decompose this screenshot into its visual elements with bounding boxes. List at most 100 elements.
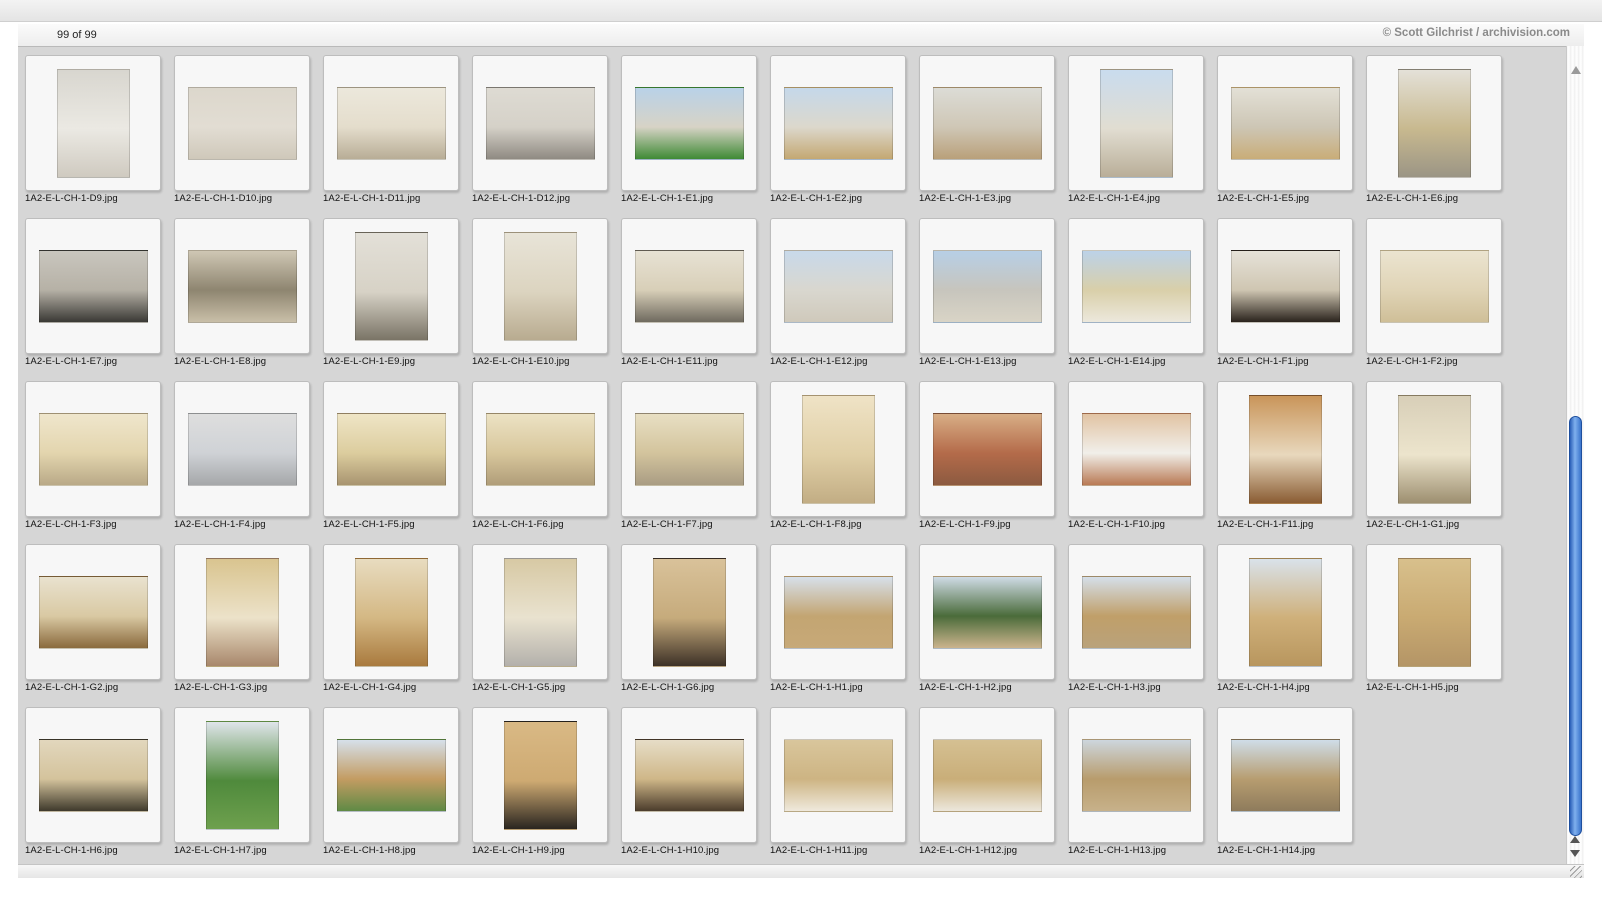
thumbnail-image[interactable] — [39, 739, 148, 812]
thumbnail-image[interactable] — [1398, 69, 1471, 178]
thumbnail-image[interactable] — [188, 250, 297, 323]
thumbnail-image[interactable] — [784, 739, 893, 812]
slide-mount[interactable] — [770, 55, 906, 191]
thumbnail-image[interactable] — [337, 413, 446, 486]
thumbnail-image[interactable] — [504, 721, 577, 830]
slide-mount[interactable] — [323, 544, 459, 680]
thumbnail-item[interactable]: 1A2-E-L-CH-1-H1.jpg — [763, 536, 912, 699]
thumbnail-image[interactable] — [1249, 558, 1322, 667]
thumbnail-image[interactable] — [635, 413, 744, 486]
thumbnail-item[interactable]: 1A2-E-L-CH-1-F8.jpg — [763, 373, 912, 536]
thumbnail-item[interactable]: 1A2-E-L-CH-1-D11.jpg — [316, 47, 465, 210]
thumbnail-item[interactable]: 1A2-E-L-CH-1-G5.jpg — [465, 536, 614, 699]
scroll-up-arrow-icon[interactable] — [1570, 836, 1580, 843]
thumbnail-image[interactable] — [504, 558, 577, 667]
thumbnail-item[interactable]: 1A2-E-L-CH-1-E2.jpg — [763, 47, 912, 210]
slide-mount[interactable] — [174, 381, 310, 517]
thumbnail-item[interactable]: 1A2-E-L-CH-1-E5.jpg — [1210, 47, 1359, 210]
thumbnail-image[interactable] — [1398, 395, 1471, 504]
thumbnail-image[interactable] — [1082, 576, 1191, 649]
slide-mount[interactable] — [323, 381, 459, 517]
slide-mount[interactable] — [919, 544, 1055, 680]
thumbnail-item[interactable]: 1A2-E-L-CH-1-F5.jpg — [316, 373, 465, 536]
slide-mount[interactable] — [919, 707, 1055, 843]
slide-mount[interactable] — [770, 544, 906, 680]
thumbnail-item[interactable]: 1A2-E-L-CH-1-F1.jpg — [1210, 210, 1359, 373]
thumbnail-item[interactable]: 1A2-E-L-CH-1-E13.jpg — [912, 210, 1061, 373]
thumbnail-item[interactable]: 1A2-E-L-CH-1-G6.jpg — [614, 536, 763, 699]
slide-mount[interactable] — [25, 218, 161, 354]
slide-mount[interactable] — [1068, 55, 1204, 191]
slide-mount[interactable] — [1217, 544, 1353, 680]
vertical-scrollbar[interactable] — [1566, 46, 1584, 864]
thumbnail-item[interactable]: 1A2-E-L-CH-1-D12.jpg — [465, 47, 614, 210]
thumbnail-image[interactable] — [1082, 739, 1191, 812]
thumbnail-item[interactable]: 1A2-E-L-CH-1-F6.jpg — [465, 373, 614, 536]
slide-mount[interactable] — [472, 218, 608, 354]
thumbnail-item[interactable]: 1A2-E-L-CH-1-H6.jpg — [18, 699, 167, 862]
slide-mount[interactable] — [770, 381, 906, 517]
thumbnail-image[interactable] — [504, 232, 577, 341]
thumbnail-image[interactable] — [653, 558, 726, 667]
thumbnail-item[interactable]: 1A2-E-L-CH-1-H5.jpg — [1359, 536, 1508, 699]
slide-mount[interactable] — [1217, 381, 1353, 517]
slide-mount[interactable] — [1366, 381, 1502, 517]
thumbnail-image[interactable] — [188, 87, 297, 160]
slide-mount[interactable] — [1068, 381, 1204, 517]
thumbnail-image[interactable] — [39, 576, 148, 649]
thumbnail-item[interactable]: 1A2-E-L-CH-1-F3.jpg — [18, 373, 167, 536]
thumbnail-item[interactable]: 1A2-E-L-CH-1-F2.jpg — [1359, 210, 1508, 373]
thumbnail-item[interactable]: 1A2-E-L-CH-1-E8.jpg — [167, 210, 316, 373]
thumbnail-item[interactable]: 1A2-E-L-CH-1-E1.jpg — [614, 47, 763, 210]
thumbnail-item[interactable]: 1A2-E-L-CH-1-D10.jpg — [167, 47, 316, 210]
slide-mount[interactable] — [174, 707, 310, 843]
slide-mount[interactable] — [174, 544, 310, 680]
thumbnail-item[interactable]: 1A2-E-L-CH-1-F7.jpg — [614, 373, 763, 536]
thumbnail-image[interactable] — [486, 87, 595, 160]
slide-mount[interactable] — [1068, 218, 1204, 354]
thumbnail-image[interactable] — [635, 250, 744, 323]
thumbnail-item[interactable]: 1A2-E-L-CH-1-E3.jpg — [912, 47, 1061, 210]
slide-mount[interactable] — [621, 381, 757, 517]
slide-mount[interactable] — [1068, 707, 1204, 843]
thumbnail-image[interactable] — [635, 87, 744, 160]
thumbnail-image[interactable] — [1249, 395, 1322, 504]
thumbnail-image[interactable] — [635, 739, 744, 812]
thumbnail-item[interactable]: 1A2-E-L-CH-1-E4.jpg — [1061, 47, 1210, 210]
thumbnail-item[interactable]: 1A2-E-L-CH-1-E12.jpg — [763, 210, 912, 373]
slide-mount[interactable] — [621, 55, 757, 191]
thumbnail-item[interactable]: 1A2-E-L-CH-1-G4.jpg — [316, 536, 465, 699]
thumbnail-item[interactable]: 1A2-E-L-CH-1-E7.jpg — [18, 210, 167, 373]
slide-mount[interactable] — [1366, 55, 1502, 191]
thumbnail-item[interactable]: 1A2-E-L-CH-1-F10.jpg — [1061, 373, 1210, 536]
scroll-down-arrow-icon[interactable] — [1570, 850, 1580, 857]
slide-mount[interactable] — [25, 544, 161, 680]
slide-mount[interactable] — [472, 381, 608, 517]
thumbnail-image[interactable] — [1100, 69, 1173, 178]
thumbnail-item[interactable]: 1A2-E-L-CH-1-G1.jpg — [1359, 373, 1508, 536]
thumbnail-item[interactable]: 1A2-E-L-CH-1-E9.jpg — [316, 210, 465, 373]
thumbnail-item[interactable]: 1A2-E-L-CH-1-H13.jpg — [1061, 699, 1210, 862]
thumbnail-item[interactable]: 1A2-E-L-CH-1-E6.jpg — [1359, 47, 1508, 210]
thumbnail-image[interactable] — [1082, 413, 1191, 486]
thumbnail-image[interactable] — [486, 413, 595, 486]
slide-mount[interactable] — [1217, 55, 1353, 191]
slide-mount[interactable] — [1217, 218, 1353, 354]
thumbnail-item[interactable]: 1A2-E-L-CH-1-H8.jpg — [316, 699, 465, 862]
thumbnail-item[interactable]: 1A2-E-L-CH-1-E11.jpg — [614, 210, 763, 373]
thumbnail-image[interactable] — [1082, 250, 1191, 323]
slide-mount[interactable] — [174, 218, 310, 354]
thumbnail-image[interactable] — [933, 87, 1042, 160]
slide-mount[interactable] — [919, 381, 1055, 517]
thumbnail-item[interactable]: 1A2-E-L-CH-1-H14.jpg — [1210, 699, 1359, 862]
resize-grip-icon[interactable] — [1570, 866, 1582, 878]
thumbnail-image[interactable] — [39, 250, 148, 323]
thumbnail-image[interactable] — [337, 739, 446, 812]
slide-mount[interactable] — [174, 55, 310, 191]
thumbnail-image[interactable] — [1231, 250, 1340, 323]
thumbnail-item[interactable]: 1A2-E-L-CH-1-G3.jpg — [167, 536, 316, 699]
thumbnail-image[interactable] — [933, 576, 1042, 649]
slide-mount[interactable] — [621, 218, 757, 354]
thumbnail-item[interactable]: 1A2-E-L-CH-1-H3.jpg — [1061, 536, 1210, 699]
slide-mount[interactable] — [770, 707, 906, 843]
